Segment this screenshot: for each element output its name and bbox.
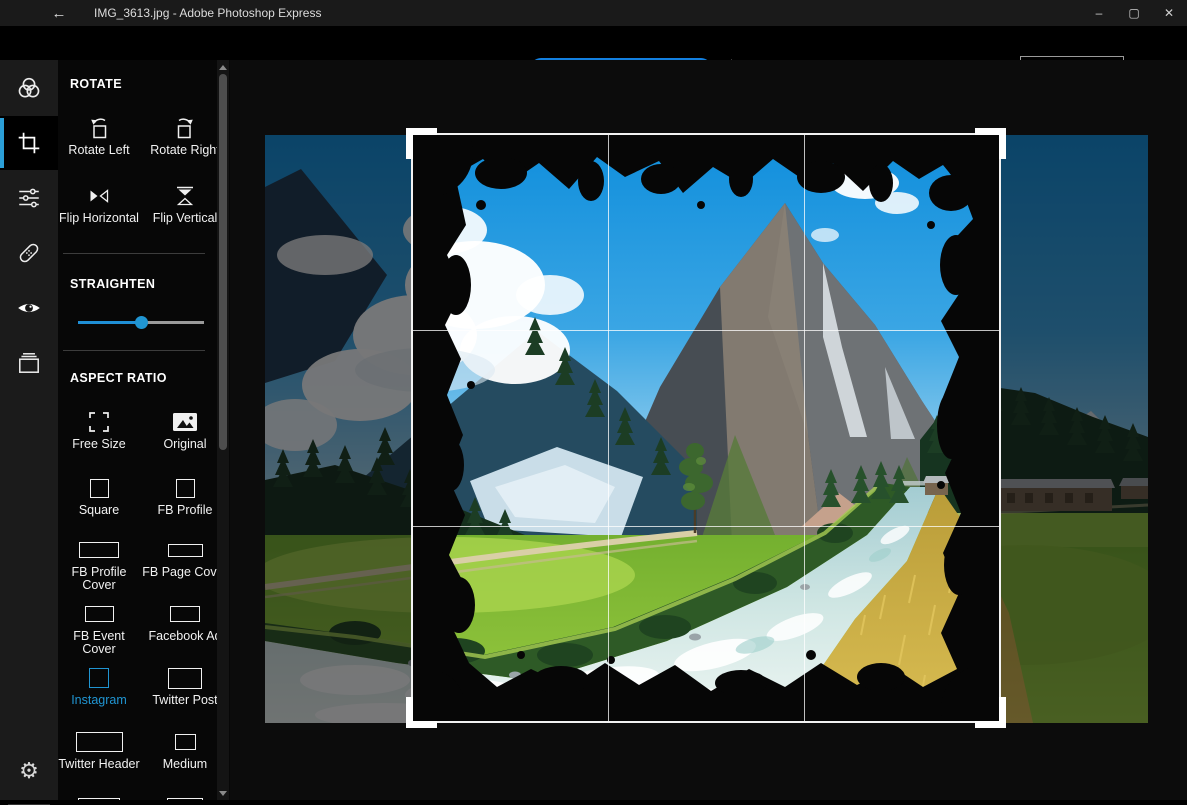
fb-event-cover-icon: [85, 606, 114, 622]
tool-adjustments[interactable]: [0, 171, 58, 225]
straighten-section-title: STRAIGHTEN: [70, 277, 155, 291]
flip-horizontal-icon: [86, 182, 112, 210]
grid-line: [608, 135, 609, 721]
aspect-partial-tile[interactable]: [58, 792, 143, 800]
tool-borders[interactable]: [0, 336, 58, 390]
borders-icon: [16, 350, 42, 376]
aspect-facebook-ad[interactable]: Facebook Ad: [141, 600, 229, 643]
original-icon: [172, 408, 198, 436]
aspect-twitter-header[interactable]: Twitter Header: [58, 728, 143, 771]
scrollbar-down-arrow[interactable]: [217, 786, 229, 800]
crop-handle-bottom-right[interactable]: [975, 697, 1006, 728]
tool-rail: ⚙: [0, 60, 58, 800]
divider: [63, 350, 205, 351]
rotate-right-button[interactable]: Rotate Right: [141, 114, 229, 157]
tool-red-eye[interactable]: [0, 281, 58, 335]
title-bar: ← IMG_3613.jpg - Adobe Photoshop Express…: [0, 0, 1187, 26]
aspect-fb-event-cover[interactable]: FB Event Cover: [58, 600, 143, 656]
instagram-icon: [89, 668, 109, 688]
aspect-partial-tile[interactable]: [141, 792, 229, 800]
minimize-button[interactable]: –: [1081, 0, 1117, 26]
panel-scrollbar[interactable]: [217, 60, 229, 800]
divider: [63, 253, 205, 254]
aspect-twitter-post[interactable]: Twitter Post: [141, 664, 229, 707]
straighten-slider-fill: [78, 321, 141, 324]
back-button[interactable]: ←: [46, 0, 72, 26]
red-eye-icon: [16, 295, 42, 321]
aspect-medium[interactable]: Medium: [141, 728, 229, 771]
flip-horizontal-button[interactable]: Flip Horizontal: [58, 182, 143, 225]
grid-line: [413, 330, 999, 331]
free-size-icon: [89, 408, 109, 436]
straighten-slider-thumb[interactable]: [135, 316, 148, 329]
crop-handle-top-right[interactable]: [975, 128, 1006, 159]
scrollbar-thumb[interactable]: [219, 74, 227, 450]
scrollbar-up-arrow[interactable]: [217, 60, 229, 74]
window-title: IMG_3613.jpg - Adobe Photoshop Express: [94, 0, 321, 26]
aspect-fb-page-cover[interactable]: FB Page Cover: [141, 536, 229, 579]
aspect-free-size[interactable]: Free Size: [58, 408, 143, 451]
square-icon: [90, 479, 109, 498]
close-button[interactable]: ✕: [1151, 0, 1187, 26]
rotate-left-button[interactable]: Rotate Left: [58, 114, 143, 157]
tool-settings[interactable]: ⚙: [0, 744, 58, 798]
grid-line: [413, 526, 999, 527]
tool-looks[interactable]: [0, 61, 58, 115]
aspect-square[interactable]: Square: [58, 474, 143, 517]
toolbar: Get PS Express on Mobile for FREE Save/S…: [0, 26, 1187, 60]
maximize-button[interactable]: ▢: [1116, 0, 1152, 26]
aspect-ratio-section-title: ASPECT RATIO: [70, 371, 167, 385]
crop-dim-overlay-right: [1001, 135, 1148, 723]
fb-profile-icon: [176, 479, 195, 498]
crop-handle-top-left[interactable]: [406, 128, 437, 159]
aspect-fb-profile-cover[interactable]: FB Profile Cover: [58, 536, 143, 592]
looks-icon: [16, 75, 42, 101]
aspect-original[interactable]: Original: [141, 408, 229, 451]
adjustments-icon: [16, 185, 42, 211]
rotate-section-title: ROTATE: [70, 77, 122, 91]
crop-panel: ROTATE Rotate Left Rotate Right Flip Hor…: [58, 60, 230, 800]
aspect-fb-profile[interactable]: FB Profile: [141, 474, 229, 517]
tool-healing[interactable]: [0, 226, 58, 280]
crop-rectangle[interactable]: [411, 133, 1001, 723]
crop-handle-bottom-left[interactable]: [406, 697, 437, 728]
tool-crop[interactable]: [0, 116, 58, 170]
fb-profile-cover-icon: [79, 542, 119, 558]
twitter-post-icon: [168, 668, 202, 689]
editor-canvas: [230, 60, 1187, 800]
straighten-slider[interactable]: [78, 316, 204, 329]
crop-icon: [16, 130, 42, 156]
twitter-header-icon: [76, 732, 123, 752]
aspect-instagram[interactable]: Instagram: [58, 664, 143, 707]
grid-line: [804, 135, 805, 721]
fb-page-cover-icon: [168, 544, 203, 557]
gear-icon: ⚙: [19, 760, 39, 782]
rotate-left-icon: [86, 114, 112, 142]
medium-icon: [175, 734, 196, 750]
facebook-ad-icon: [170, 606, 200, 622]
flip-vertical-icon: [172, 182, 198, 210]
flip-vertical-button[interactable]: Flip Vertical: [141, 182, 229, 225]
rotate-right-icon: [172, 114, 198, 142]
crop-dim-overlay-left: [265, 135, 411, 723]
healing-icon: [16, 240, 42, 266]
